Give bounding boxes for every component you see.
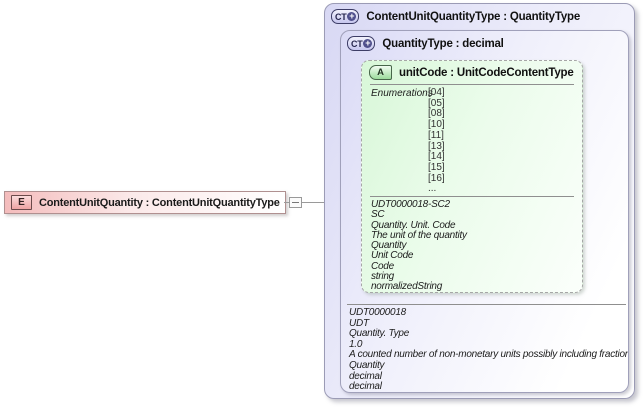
enumeration-value: [11] <box>428 129 444 141</box>
complex-type-node-outer[interactable]: CT + ContentUnitQuantityType : QuantityT… <box>324 3 635 399</box>
separator-line <box>347 304 626 305</box>
enumerations-section: Enumerations [04] [05] [08] [10] [11] [1… <box>371 87 576 195</box>
attribute-title: unitCode : UnitCodeContentType <box>399 66 574 79</box>
attribute-node-unit-code[interactable]: A unitCode : UnitCodeContentType Enumera… <box>361 60 583 293</box>
attribute-icon: A <box>369 65 392 80</box>
annotation-line: Quantity <box>349 359 385 371</box>
inner-type-title: QuantityType : decimal <box>382 37 504 50</box>
separator-line <box>370 196 574 197</box>
minus-icon <box>292 202 299 203</box>
complex-type-icon: CT + <box>347 36 376 51</box>
complex-type-icon: CT + <box>331 9 360 24</box>
outer-type-header: CT + ContentUnitQuantityType : QuantityT… <box>331 9 580 24</box>
enumeration-ellipsis: ... <box>428 183 437 195</box>
inner-type-annotations: UDT0000018 UDT Quantity. Type 1.0 A coun… <box>349 307 629 393</box>
attribute-header: A unitCode : UnitCodeContentType <box>369 65 574 80</box>
inner-type-header: CT + QuantityType : decimal <box>347 36 504 51</box>
enumerations-label: Enumerations <box>371 88 433 99</box>
element-title: ContentUnitQuantity : ContentUnitQuantit… <box>39 196 280 209</box>
plus-icon: + <box>363 38 373 48</box>
annotation-line: A counted number of non-monetary units p… <box>349 349 629 361</box>
separator-line <box>370 84 574 85</box>
annotation-line: normalizedString <box>371 281 443 293</box>
element-icon: E <box>11 195 32 210</box>
annotation-line: Quantity. Type <box>349 328 410 340</box>
annotation-line: decimal <box>349 370 382 382</box>
element-node-content-unit-quantity[interactable]: E ContentUnitQuantity : ContentUnitQuant… <box>4 191 286 214</box>
enumeration-list: [04] [05] [08] [10] [11] [13] [14] [15] … <box>428 87 445 195</box>
plus-icon: + <box>347 11 357 21</box>
collapse-toggle-icon[interactable] <box>289 197 302 208</box>
annotation-line: UDT0000018-SC2 <box>371 199 450 210</box>
annotation-line: decimal <box>349 381 382 393</box>
attribute-annotations: UDT0000018-SC2 SC Quantity. Unit. Code T… <box>371 199 467 293</box>
schema-diagram-canvas: E ContentUnitQuantity : ContentUnitQuant… <box>0 0 644 407</box>
outer-type-title: ContentUnitQuantityType : QuantityType <box>366 10 581 23</box>
annotation-line: UDT0000018 <box>349 307 406 318</box>
complex-type-node-inner[interactable]: CT + QuantityType : decimal A unitCode :… <box>340 30 629 393</box>
